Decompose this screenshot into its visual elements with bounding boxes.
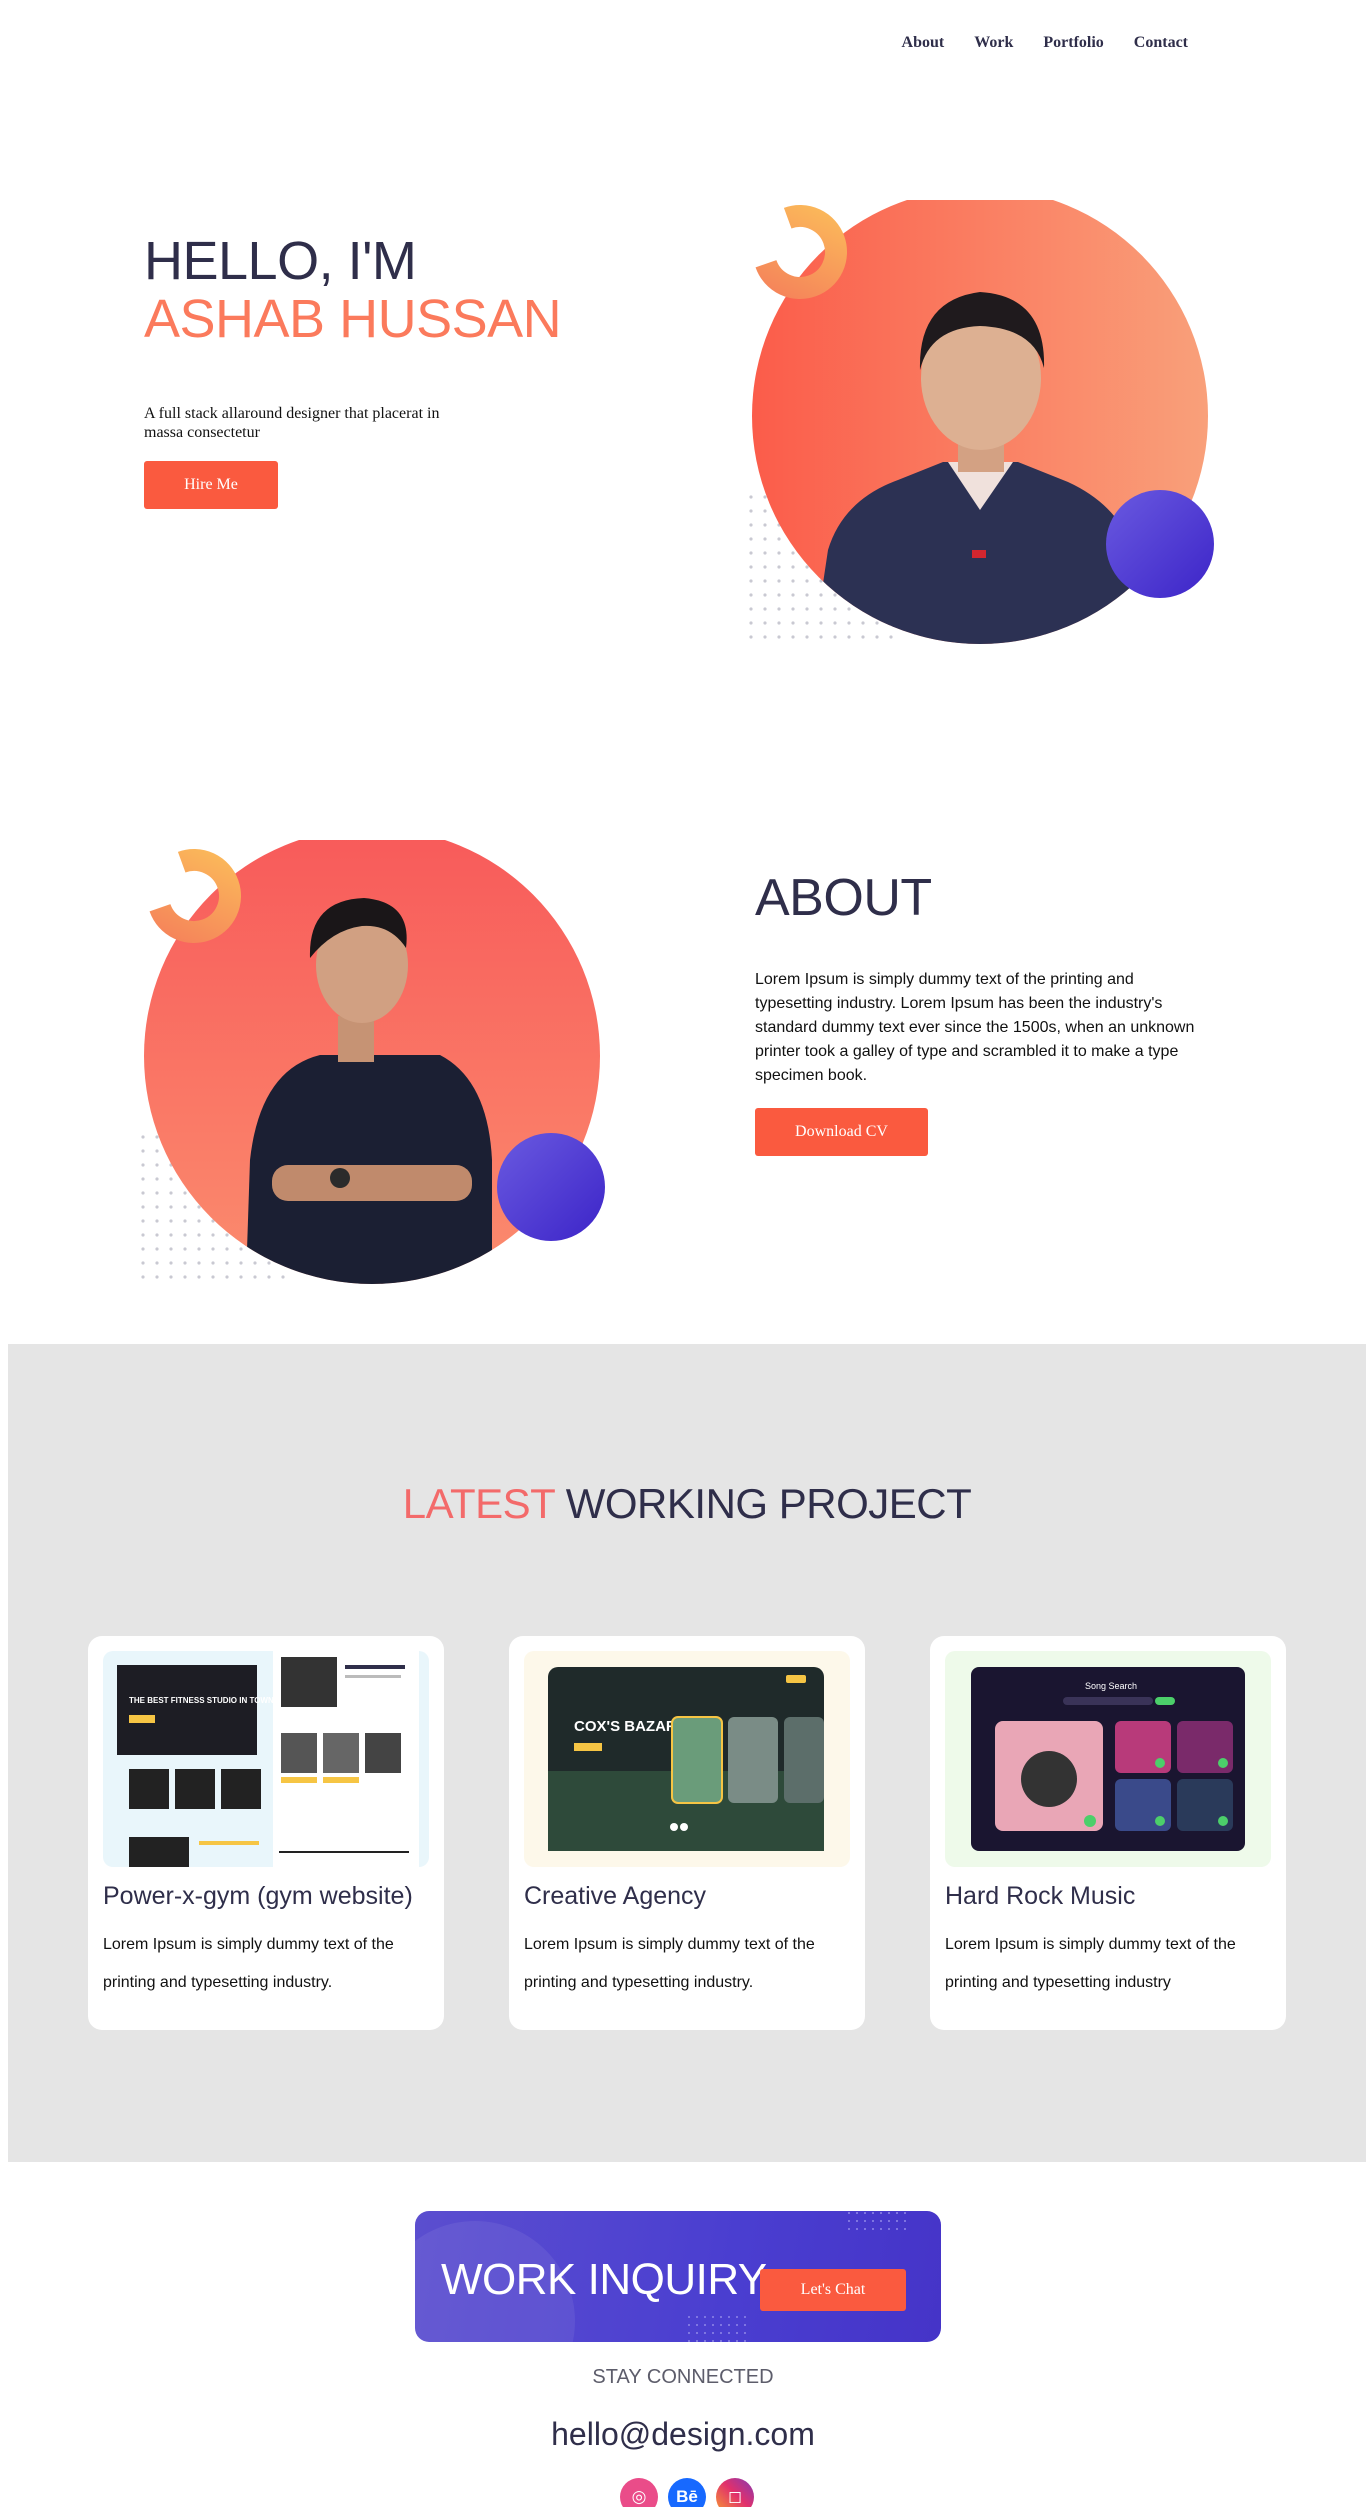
projects-title: LATEST WORKING PROJECT bbox=[8, 1480, 1366, 1528]
hero-portrait bbox=[748, 200, 1214, 644]
gym-thumbnail-text: THE BEST FITNESS STUDIO IN TOWN bbox=[129, 1696, 274, 1705]
project-card-agency[interactable]: COX'S BAZAR Creative Agency Lorem Ipsum … bbox=[509, 1636, 865, 2030]
about-text: Lorem Ipsum is simply dummy text of the … bbox=[755, 971, 1195, 1084]
download-cv-button[interactable]: Download CV bbox=[755, 1108, 928, 1156]
inquiry-title: WORK INQUIRY bbox=[441, 2255, 767, 2304]
card-description: Lorem Ipsum is simply dummy text of the … bbox=[524, 1936, 815, 1991]
nav-about[interactable]: About bbox=[902, 34, 945, 52]
purple-circle bbox=[1106, 490, 1214, 598]
about-portrait bbox=[140, 840, 605, 1284]
card-description: Lorem Ipsum is simply dummy text of the … bbox=[945, 1936, 1236, 1991]
behance-icon[interactable]: Bē bbox=[668, 2478, 706, 2507]
card-description: Lorem Ipsum is simply dummy text of the … bbox=[103, 1936, 394, 1991]
gym-thumbnail: THE BEST FITNESS STUDIO IN TOWN bbox=[103, 1651, 429, 1867]
top-nav: About Work Portfolio Contact bbox=[902, 34, 1188, 52]
agency-thumbnail: COX'S BAZAR bbox=[524, 1651, 850, 1867]
hero-description: A full stack allaround designer that pla… bbox=[144, 405, 440, 441]
hero-greeting: HELLO, I'M bbox=[144, 231, 417, 291]
about-title: ABOUT bbox=[755, 869, 932, 927]
project-card-music[interactable]: Song Search Hard Rock Music Lorem Ipsum … bbox=[930, 1636, 1286, 2030]
orange-ring bbox=[147, 849, 241, 943]
projects-title-rest: WORKING PROJECT bbox=[554, 1480, 972, 1527]
contact-email[interactable]: hello@design.com bbox=[0, 2416, 1366, 2453]
orange-ring bbox=[753, 205, 847, 299]
nav-work[interactable]: Work bbox=[974, 34, 1013, 52]
hire-me-button[interactable]: Hire Me bbox=[144, 461, 278, 509]
stay-connected-label: STAY CONNECTED bbox=[592, 2366, 774, 2388]
work-inquiry-banner: WORK INQUIRY Let's Chat bbox=[415, 2211, 941, 2342]
hero-heading: HELLO, I'M ASHAB HUSSAN bbox=[144, 231, 562, 349]
dribbble-icon[interactable]: ◎ bbox=[620, 2478, 658, 2507]
hero-name: ASHAB HUSSAN bbox=[144, 289, 562, 349]
projects-section: LATEST WORKING PROJECT THE BEST FITNESS … bbox=[8, 1344, 1366, 2162]
card-title: Power-x-gym (gym website) bbox=[103, 1882, 413, 1910]
music-thumbnail: Song Search bbox=[945, 1651, 1271, 1867]
project-card-gym[interactable]: THE BEST FITNESS STUDIO IN TOWN Power-x-… bbox=[88, 1636, 444, 2030]
purple-circle bbox=[497, 1133, 605, 1241]
instagram-icon[interactable]: ◻ bbox=[716, 2478, 754, 2507]
card-title: Hard Rock Music bbox=[945, 1882, 1136, 1910]
music-thumbnail-text: Song Search bbox=[1085, 1681, 1137, 1691]
social-links: ◎ Bē ◻ bbox=[620, 2478, 754, 2507]
nav-contact[interactable]: Contact bbox=[1134, 34, 1188, 52]
projects-title-accent: LATEST bbox=[402, 1480, 555, 1527]
card-title: Creative Agency bbox=[524, 1882, 707, 1910]
lets-chat-button[interactable]: Let's Chat bbox=[760, 2269, 906, 2311]
nav-portfolio[interactable]: Portfolio bbox=[1043, 34, 1103, 52]
agency-thumbnail-text: COX'S BAZAR bbox=[574, 1718, 677, 1735]
